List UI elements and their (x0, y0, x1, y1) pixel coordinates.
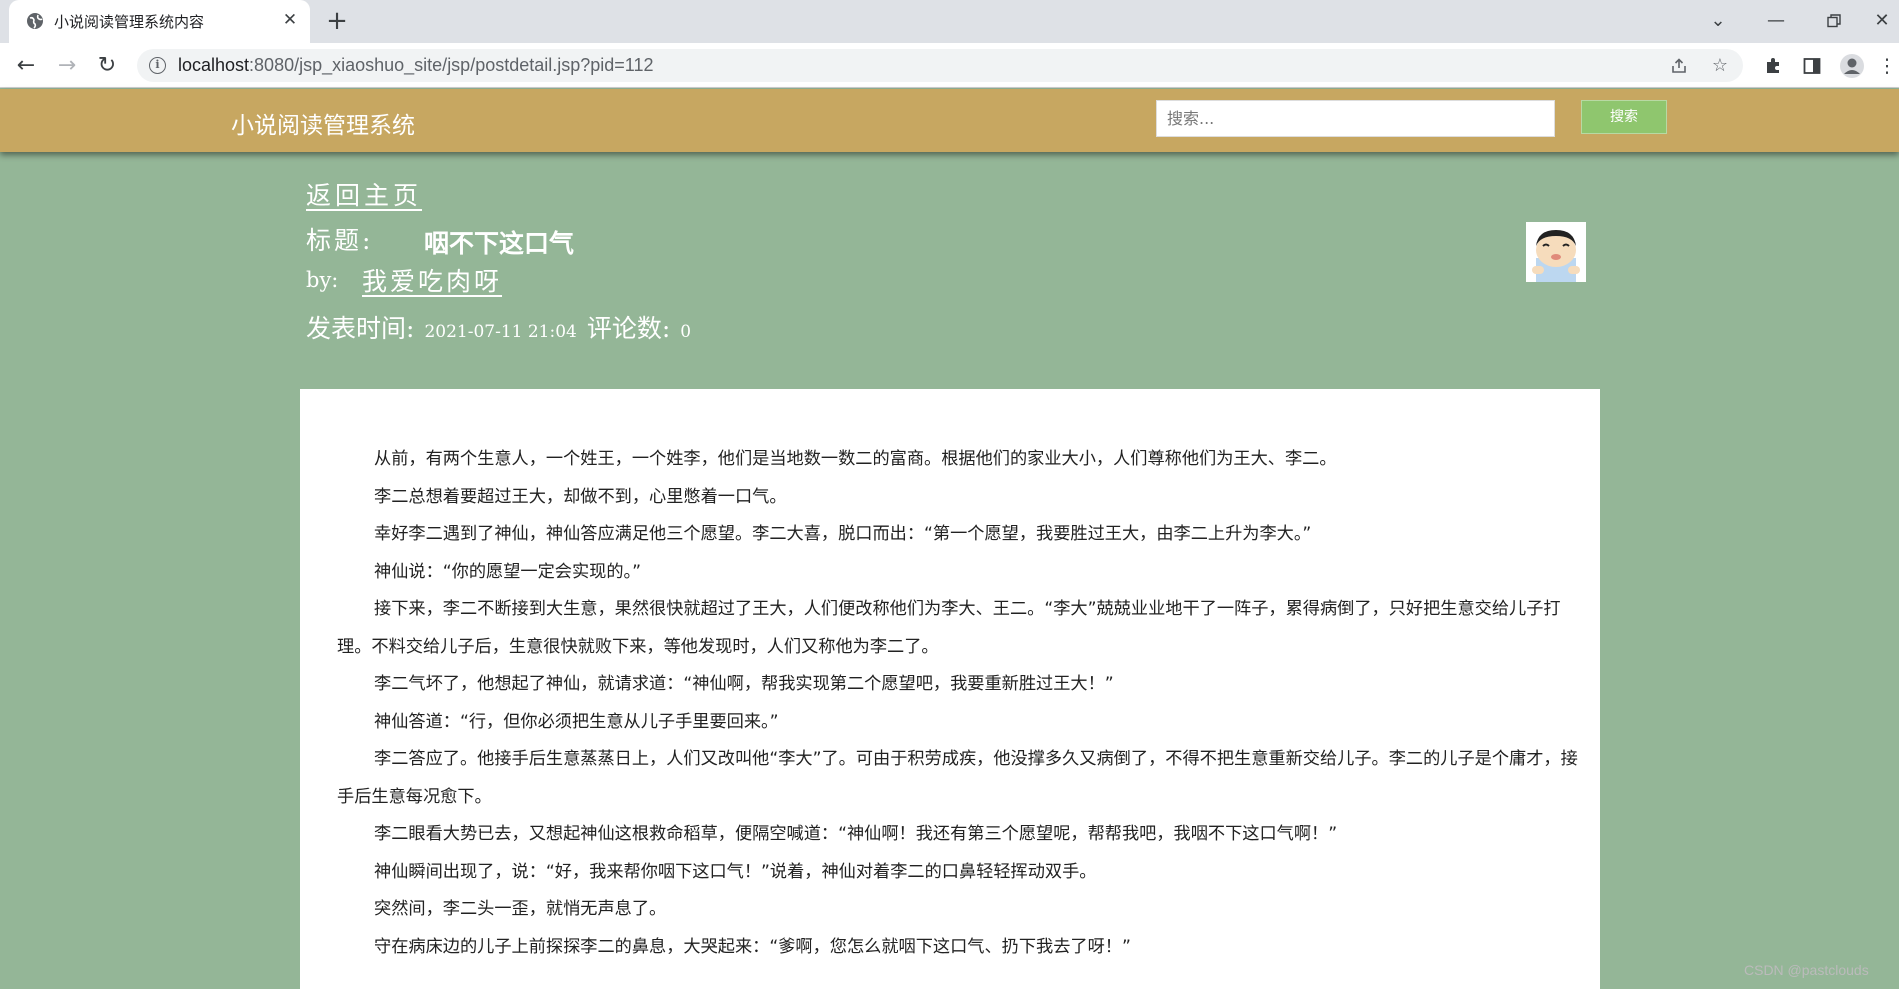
bookmark-star-icon[interactable]: ☆ (1709, 55, 1731, 77)
content-paragraph: 李二答应了。他接手后生意蒸蒸日上，人们又改叫他“李大”了。可由于积劳成疾，他没撑… (337, 749, 1578, 807)
content-paragraph: 守在病床边的儿子上前探探李二的鼻息，大哭起来：“爹啊，您怎么就咽下这口气、扔下我… (374, 936, 1131, 957)
post-meta-row: 发表时间: 2021-07-11 21:04 评论数: 0 (306, 309, 701, 345)
time-label: 发表时间: (306, 314, 415, 343)
post-title: 咽不下这口气 (424, 229, 575, 258)
url-path: :8080/jsp_xiaoshuo_site/jsp/postdetail.j… (249, 55, 654, 75)
browser-tab-bar: 小说阅读管理系统内容 ✕ + ⌄ — ✕ (0, 0, 1899, 43)
content-paragraph: 李二总想着要超过王大，却做不到，心里憋着一口气。 (374, 486, 787, 507)
csdn-watermark: CSDN @pastclouds (1744, 962, 1869, 978)
minimize-icon[interactable]: — (1756, 6, 1796, 36)
tab-search-icon[interactable]: ⌄ (1698, 6, 1738, 36)
content-paragraph: 突然间，李二头一歪，就悄无声息了。 (374, 899, 667, 919)
by-label: by: (306, 268, 339, 292)
comment-count: 0 (680, 322, 692, 342)
side-panel-icon[interactable] (1797, 51, 1827, 81)
extensions-icon[interactable] (1758, 51, 1788, 81)
restore-icon[interactable] (1814, 6, 1854, 36)
globe-icon (27, 13, 43, 29)
content-paragraph: 从前，有两个生意人，一个姓王，一个姓李，他们是当地数一数二的富商。根据他们的家业… (374, 449, 1337, 469)
forward-icon[interactable]: → (52, 51, 82, 81)
url-host: localhost (178, 55, 250, 75)
share-icon[interactable] (1668, 55, 1690, 77)
browser-tab[interactable]: 小说阅读管理系统内容 ✕ (9, 0, 310, 43)
close-window-icon[interactable]: ✕ (1862, 6, 1899, 36)
new-tab-icon[interactable]: + (322, 6, 352, 36)
content-paragraph: 神仙说：“你的愿望一定会实现的。” (374, 561, 642, 582)
content-paragraph: 神仙瞬间出现了，说：“好，我来帮你咽下这口气！”说着，神仙对着李二的口鼻轻轻挥动… (374, 861, 1097, 882)
content-paragraph: 接下来，李二不断接到大生意，果然很快就超过了王大，人们便改称他们为李大、王二。“… (337, 599, 1561, 657)
site-brand[interactable]: 小说阅读管理系统 (231, 106, 415, 140)
post-content: 从前，有两个生意人，一个姓王，一个姓李，他们是当地数一数二的富商。根据他们的家业… (300, 389, 1600, 989)
address-toolbar: ← → ↻ i localhost:8080/jsp_xiaoshuo_site… (0, 43, 1899, 88)
profile-avatar-icon[interactable] (1837, 51, 1867, 81)
site-header: 小说阅读管理系统 搜索 (0, 89, 1899, 152)
author-avatar (1526, 222, 1586, 282)
url-text[interactable]: localhost:8080/jsp_xiaoshuo_site/jsp/pos… (178, 55, 654, 76)
comment-label: 评论数: (586, 314, 671, 343)
content-paragraph: 幸好李二遇到了神仙，神仙答应满足他三个愿望。李二大喜，脱口而出：“第一个愿望，我… (374, 524, 1312, 544)
title-label: 标题: (306, 226, 374, 255)
back-icon[interactable]: ← (11, 51, 41, 81)
site-info-icon[interactable]: i (149, 57, 166, 74)
search-button[interactable]: 搜索 (1581, 100, 1667, 134)
search-input[interactable] (1156, 100, 1555, 137)
close-tab-icon[interactable]: ✕ (279, 9, 301, 31)
author-link[interactable]: 我爱吃肉呀 (362, 262, 502, 298)
menu-kebab-icon[interactable]: ⋮ (1872, 51, 1899, 81)
address-bar[interactable]: i localhost:8080/jsp_xiaoshuo_site/jsp/p… (137, 49, 1743, 82)
reload-icon[interactable]: ↻ (92, 51, 122, 81)
content-paragraph: 李二眼看大势已去，又想起神仙这根救命稻草，便隔空喊道：“神仙啊！我还有第三个愿望… (374, 824, 1338, 844)
back-home-link[interactable]: 返回主页 (306, 176, 422, 212)
content-paragraph: 李二气坏了，他想起了神仙，就请求道：“神仙啊，帮我实现第二个愿望吧，我要重新胜过… (374, 674, 1114, 694)
post-time: 2021-07-11 21:04 (424, 322, 577, 342)
content-paragraph: 神仙答道：“行，但你必须把生意从儿子手里要回来。” (374, 711, 779, 732)
tab-title: 小说阅读管理系统内容 (54, 13, 205, 31)
